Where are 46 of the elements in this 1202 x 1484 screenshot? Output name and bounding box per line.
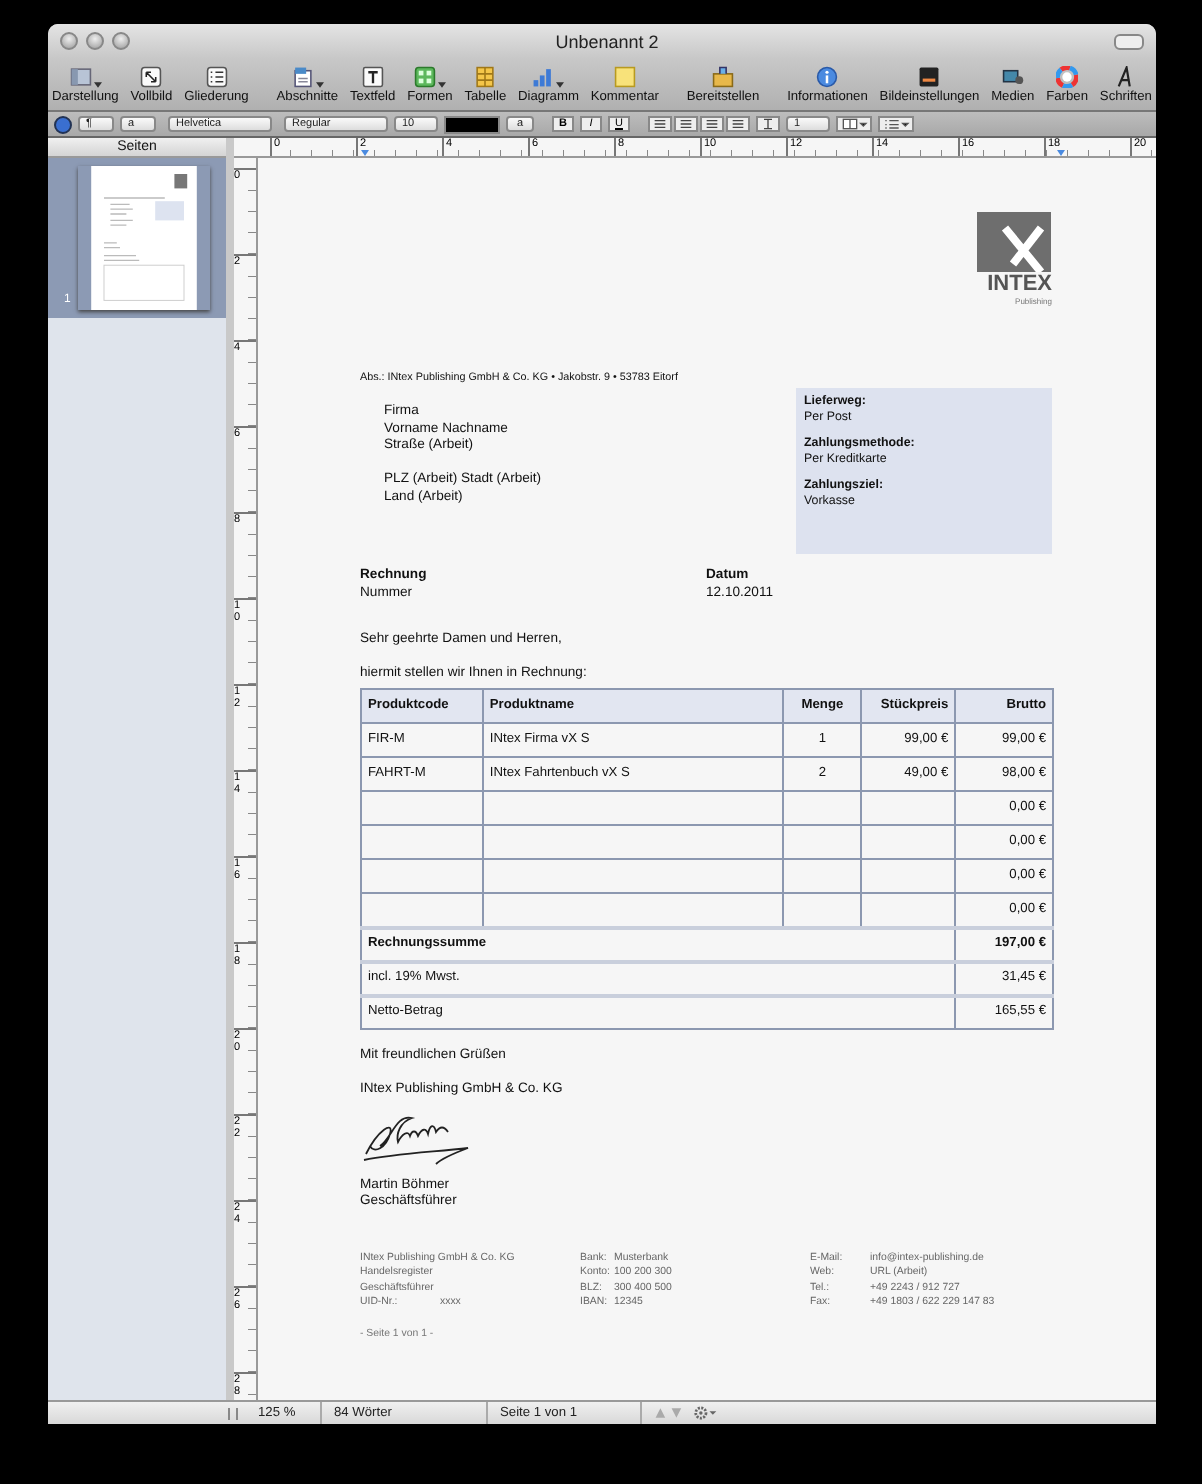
text-box-icon	[361, 66, 384, 88]
gear-icon[interactable]	[694, 1406, 718, 1420]
caret-icon	[315, 82, 324, 88]
caret-icon	[93, 82, 102, 88]
text-color-well[interactable]	[444, 115, 500, 133]
columns-popup-icon[interactable]	[836, 116, 872, 132]
align-icon[interactable]	[674, 116, 698, 132]
align-icon[interactable]	[726, 116, 750, 132]
table-cell	[361, 893, 483, 928]
list-popup-icon[interactable]	[878, 116, 914, 132]
bar-chart-icon	[532, 66, 555, 88]
folder-icon	[712, 66, 734, 88]
window-title: Unbenannt 2	[553, 31, 661, 51]
line-spacing-icon[interactable]	[756, 116, 780, 132]
align-icon[interactable]	[648, 116, 672, 132]
styles-drawer-icon[interactable]	[54, 115, 72, 133]
table-cell	[783, 859, 862, 894]
sections-icon	[291, 66, 314, 88]
fullscreen-icon	[140, 66, 163, 88]
table-cell	[783, 825, 862, 860]
info-icon	[816, 66, 839, 88]
color-wheel-icon	[1056, 66, 1079, 88]
toolbar-toggle-button[interactable]	[1114, 33, 1144, 49]
minimize-button[interactable]	[86, 32, 104, 50]
image-adjust-icon	[918, 66, 941, 88]
table-cell	[861, 825, 956, 860]
table-cell	[783, 791, 862, 826]
table-icon	[474, 66, 497, 88]
note-icon	[613, 66, 636, 88]
resize-grip-icon[interactable]	[228, 1407, 238, 1419]
view-icon	[69, 66, 92, 88]
media-icon	[1001, 66, 1024, 88]
table-cell	[361, 791, 483, 826]
align-icon[interactable]	[700, 116, 724, 132]
table-cell	[861, 859, 956, 894]
table-cell	[861, 791, 956, 826]
zoom-button[interactable]	[112, 32, 130, 50]
caret-icon	[556, 82, 565, 88]
close-button[interactable]	[60, 32, 78, 50]
table-cell	[361, 859, 483, 894]
shapes-icon	[413, 66, 436, 88]
font-icon	[1114, 66, 1137, 88]
caret-icon	[437, 82, 446, 88]
logo-mark-icon	[976, 212, 1052, 272]
outline-icon	[205, 66, 228, 88]
table-cell	[361, 825, 483, 860]
